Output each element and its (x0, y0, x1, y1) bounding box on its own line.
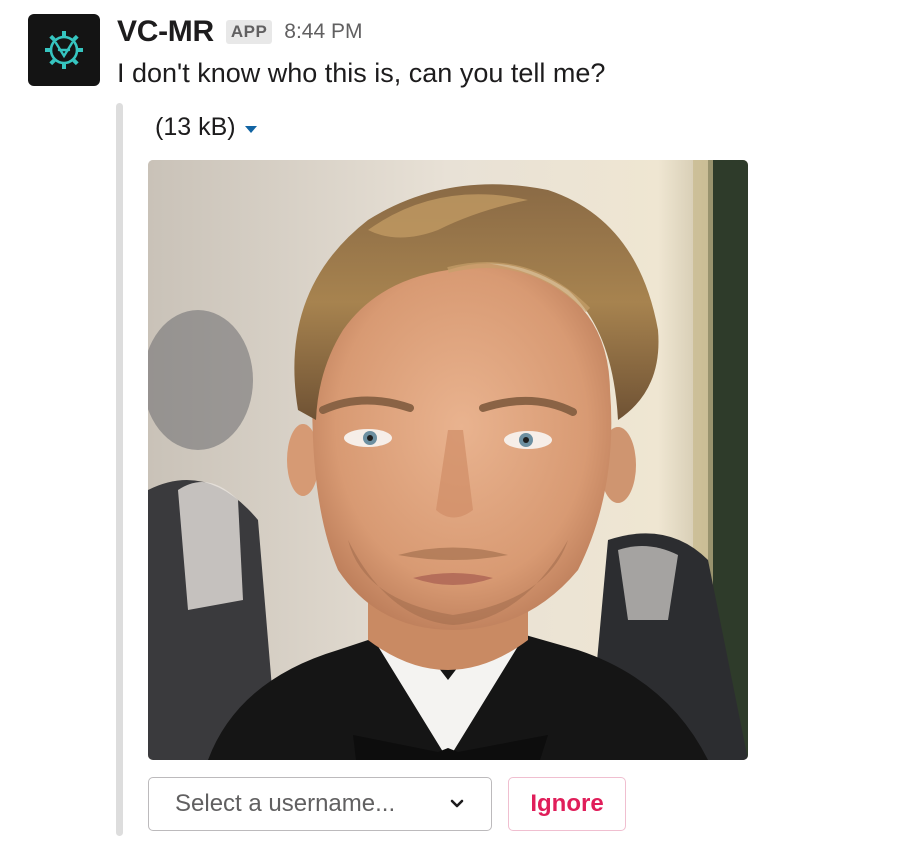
ignore-button[interactable]: Ignore (508, 777, 626, 831)
username-select-placeholder: Select a username... (175, 790, 396, 817)
app-avatar[interactable] (28, 14, 100, 86)
username-select[interactable]: Select a username... (148, 777, 492, 831)
chevron-down-icon (450, 799, 464, 808)
file-size-label: (13 kB) (155, 113, 236, 141)
attachment-border (116, 103, 123, 836)
message-text: I don't know who this is, can you tell m… (117, 58, 606, 88)
message-header: VC-MR APP 8:44 PM (117, 14, 363, 50)
portrait-photo[interactable] (148, 160, 748, 760)
app-badge: APP (225, 20, 273, 44)
file-size[interactable]: (13 kB) (155, 113, 257, 142)
message-timestamp[interactable]: 8:44 PM (284, 20, 362, 44)
caret-down-icon[interactable] (244, 125, 257, 133)
sender-name[interactable]: VC-MR (117, 15, 214, 49)
gear-logo-icon (45, 31, 83, 69)
